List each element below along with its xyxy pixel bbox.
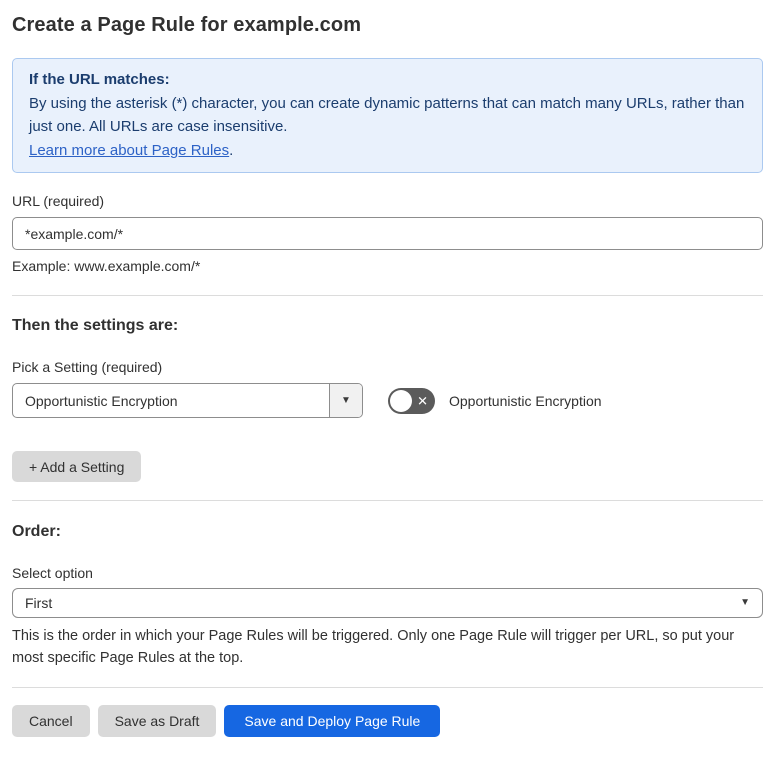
- learn-more-link[interactable]: Learn more about Page Rules: [29, 142, 229, 159]
- url-matches-infobox: If the URL matches: By using the asteris…: [12, 58, 763, 173]
- footer-actions: Cancel Save as Draft Save and Deploy Pag…: [12, 705, 763, 737]
- infobox-heading: If the URL matches:: [29, 71, 170, 88]
- select-option-label: Select option: [12, 565, 93, 581]
- order-select-value: First: [25, 595, 53, 611]
- toggle-off-x-icon: ✕: [417, 393, 428, 408]
- add-setting-button[interactable]: + Add a Setting: [12, 451, 142, 482]
- infobox-body: By using the asterisk (*) character, you…: [29, 94, 745, 136]
- divider: [12, 687, 763, 688]
- setting-dropdown-value: Opportunistic Encryption: [25, 392, 178, 409]
- cancel-button[interactable]: Cancel: [12, 705, 90, 737]
- settings-section-heading: Then the settings are:: [12, 317, 179, 334]
- opportunistic-encryption-toggle[interactable]: ✕: [388, 387, 435, 414]
- save-draft-button[interactable]: Save as Draft: [97, 705, 217, 737]
- url-field-label: URL (required): [12, 193, 105, 209]
- infobox-link-line: Learn more about Page Rules.: [29, 139, 746, 163]
- pick-setting-label: Pick a Setting (required): [12, 359, 163, 375]
- toggle-group: ✕ Opportunistic Encryption: [388, 387, 602, 414]
- setting-dropdown[interactable]: Opportunistic Encryption ▼: [12, 383, 363, 418]
- page-title: Create a Page Rule for example.com: [12, 14, 362, 36]
- toggle-knob: [390, 389, 412, 412]
- order-section-heading: Order:: [12, 523, 61, 540]
- page-rule-form: Create a Page Rule for example.com If th…: [0, 0, 775, 757]
- link-suffix: .: [229, 141, 234, 159]
- order-helper-text: This is the order in which your Page Rul…: [12, 628, 735, 666]
- order-select[interactable]: First ▼: [12, 588, 763, 618]
- setting-row: Opportunistic Encryption ▼ ✕ Opportunist…: [12, 383, 763, 418]
- chevron-down-icon: ▼: [341, 394, 351, 406]
- divider: [12, 295, 763, 296]
- toggle-label: Opportunistic Encryption: [449, 392, 602, 409]
- divider: [12, 500, 763, 501]
- chevron-down-icon: ▼: [740, 597, 750, 608]
- url-input[interactable]: [12, 217, 763, 250]
- setting-dropdown-button[interactable]: ▼: [329, 384, 362, 417]
- save-deploy-button[interactable]: Save and Deploy Page Rule: [224, 705, 441, 737]
- url-example-helper: Example: www.example.com/*: [12, 258, 201, 274]
